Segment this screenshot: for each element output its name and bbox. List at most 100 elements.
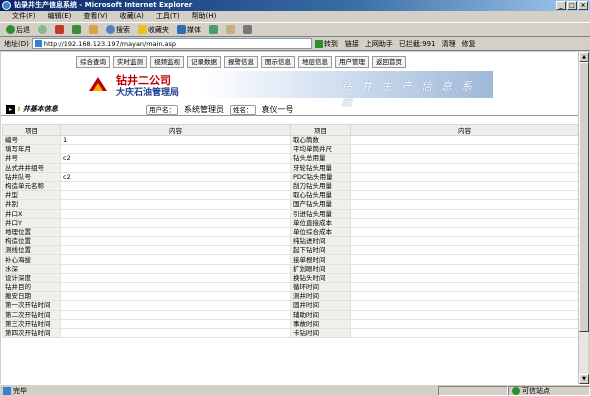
scroll-thumb[interactable] — [579, 62, 589, 332]
refresh-icon — [72, 25, 81, 34]
table-row: 第四次开钻时间 卡钻时间 — [2, 327, 579, 339]
row-item-label: 扩划眼时间 — [290, 263, 351, 274]
row-item-label: 井别 — [2, 199, 61, 210]
nav-strata[interactable]: 地层信息 — [298, 56, 332, 68]
print-button[interactable] — [241, 24, 254, 36]
links-button[interactable]: 链接 — [345, 39, 359, 49]
page-viewport: 综合查询 实时监测 视频监视 记录数据 报警信息 图示信息 地层信息 用户管理 … — [1, 52, 579, 384]
row-item-label: 国产钻头用量 — [290, 199, 351, 210]
row-item-label: 固井时间 — [290, 300, 351, 311]
main-nav: 综合查询 实时监测 视频监视 记录数据 报警信息 图示信息 地层信息 用户管理 … — [76, 56, 406, 68]
row-item-label: 构造单元名称 — [2, 180, 61, 192]
row-item-value — [60, 318, 291, 329]
search-button[interactable]: 搜索 — [104, 24, 132, 36]
repair-button[interactable]: 修复 — [462, 39, 476, 49]
clean-button[interactable]: 清理 — [442, 39, 456, 49]
ie-icon — [2, 1, 11, 10]
mail-button[interactable] — [224, 24, 237, 36]
table-row: 第二次开钻时间 辅助时间 — [2, 309, 579, 320]
row-item-value — [350, 291, 579, 302]
row-item-value — [350, 199, 579, 210]
close-button[interactable]: × — [578, 1, 588, 10]
row-item-value: c2 — [60, 171, 291, 182]
scroll-down-arrow[interactable]: ▼ — [579, 374, 589, 384]
row-item-label: 井号 — [2, 153, 61, 164]
table-body: 编号 1 取心筒数 填写年月 平均单筒井尺 井号 c2 钻头总用量 丛式井井组号 牙轮钻头用量 钻井… — [2, 134, 579, 339]
media-button[interactable]: 媒体 — [175, 24, 203, 36]
table-row: 井号 c2 钻头总用量 — [2, 153, 579, 164]
row-item-value — [60, 309, 291, 320]
company-subtitle: 大庆石油管理局 — [116, 88, 180, 98]
address-input[interactable]: http://192.168.123.197/mayan/main.asp — [31, 38, 312, 49]
row-item-label: 构造位置 — [2, 236, 61, 247]
history-button[interactable] — [207, 24, 220, 36]
row-item-label: 井口X — [2, 208, 61, 219]
blocked-count[interactable]: 已拦截:991 — [399, 39, 436, 49]
home-icon — [89, 25, 98, 34]
row-item-value — [60, 291, 291, 302]
row-item-label: 钻井队号 — [2, 171, 61, 182]
stop-icon — [55, 25, 64, 34]
favorites-label: 收藏夹 — [148, 25, 169, 34]
back-button[interactable]: 后退 — [4, 24, 32, 36]
favorites-star-icon — [138, 25, 147, 34]
row-item-value — [350, 208, 579, 219]
refresh-button[interactable] — [70, 24, 83, 36]
nav-video[interactable]: 视频监视 — [150, 56, 184, 68]
row-item-label: 事故时间 — [290, 318, 351, 329]
zone-label: 可信站点 — [522, 386, 550, 395]
row-item-value — [60, 236, 291, 247]
user-label: 用户名： — [146, 104, 178, 115]
address-label: 地址(D) — [4, 39, 29, 48]
row-item-value — [350, 300, 579, 311]
nav-records[interactable]: 记录数据 — [187, 56, 221, 68]
favorites-button[interactable]: 收藏夹 — [136, 24, 171, 36]
row-item-label: 换钻头时间 — [290, 272, 351, 284]
row-item-value: c2 — [60, 153, 291, 164]
row-item-label: 井型 — [2, 190, 61, 201]
minimize-button[interactable]: _ — [556, 1, 566, 10]
maximize-button[interactable]: □ — [567, 1, 577, 10]
row-item-value — [350, 171, 579, 182]
nav-alarm[interactable]: 报警信息 — [224, 56, 258, 68]
nav-diagram[interactable]: 图示信息 — [261, 56, 295, 68]
row-item-label: 单位综合成本 — [290, 226, 351, 238]
row-item-value — [350, 309, 579, 320]
row-item-label: 钻井目的 — [2, 281, 61, 293]
status-text: 完毕 — [13, 386, 27, 395]
menu-file[interactable]: 文件(F) — [6, 11, 42, 22]
row-item-label: 井口Y — [2, 217, 61, 228]
row-item-label: 单位直接成本 — [290, 217, 351, 228]
row-item-value — [350, 327, 579, 339]
table-row: 地理位置 单位综合成本 — [2, 226, 579, 238]
home-button[interactable] — [87, 24, 100, 36]
table-row: 水深 扩划眼时间 — [2, 263, 579, 274]
nav-home[interactable]: 返回首页 — [372, 56, 406, 68]
go-button[interactable]: 转到 — [314, 39, 338, 49]
nav-users[interactable]: 用户管理 — [335, 56, 369, 68]
row-item-value — [60, 226, 291, 238]
scroll-up-arrow[interactable]: ▲ — [579, 52, 589, 62]
online-helper-button[interactable]: 上网助手 — [365, 39, 393, 49]
row-item-label: 丛式井井组号 — [2, 162, 61, 173]
nav-query[interactable]: 综合查询 — [76, 56, 110, 68]
company-logo — [89, 77, 107, 91]
forward-button[interactable] — [36, 24, 49, 36]
menu-view[interactable]: 查看(V) — [77, 11, 113, 22]
search-label: 搜索 — [116, 25, 130, 34]
menu-favorites[interactable]: 收藏(A) — [114, 11, 150, 22]
menu-help[interactable]: 帮助(H) — [186, 11, 223, 22]
row-item-value — [350, 272, 579, 284]
menu-tools[interactable]: 工具(T) — [150, 11, 186, 22]
well-icon: ♯ — [17, 104, 21, 114]
vertical-scrollbar[interactable]: ▲ ▼ — [578, 52, 589, 384]
stop-button[interactable] — [53, 24, 66, 36]
nav-monitor[interactable]: 实时监测 — [113, 56, 147, 68]
menu-edit[interactable]: 编辑(E) — [42, 11, 78, 22]
security-zone: 可信站点 — [508, 385, 590, 396]
name-label: 姓名： — [230, 104, 256, 115]
info-bar: ▸ ♯ 井基本信息 用户名： 系统管理员 姓名： 袁仪一号 — [1, 102, 579, 116]
row-item-value — [60, 208, 291, 219]
row-item-value — [350, 162, 579, 173]
table-row: 丛式井井组号 牙轮钻头用量 — [2, 162, 579, 173]
